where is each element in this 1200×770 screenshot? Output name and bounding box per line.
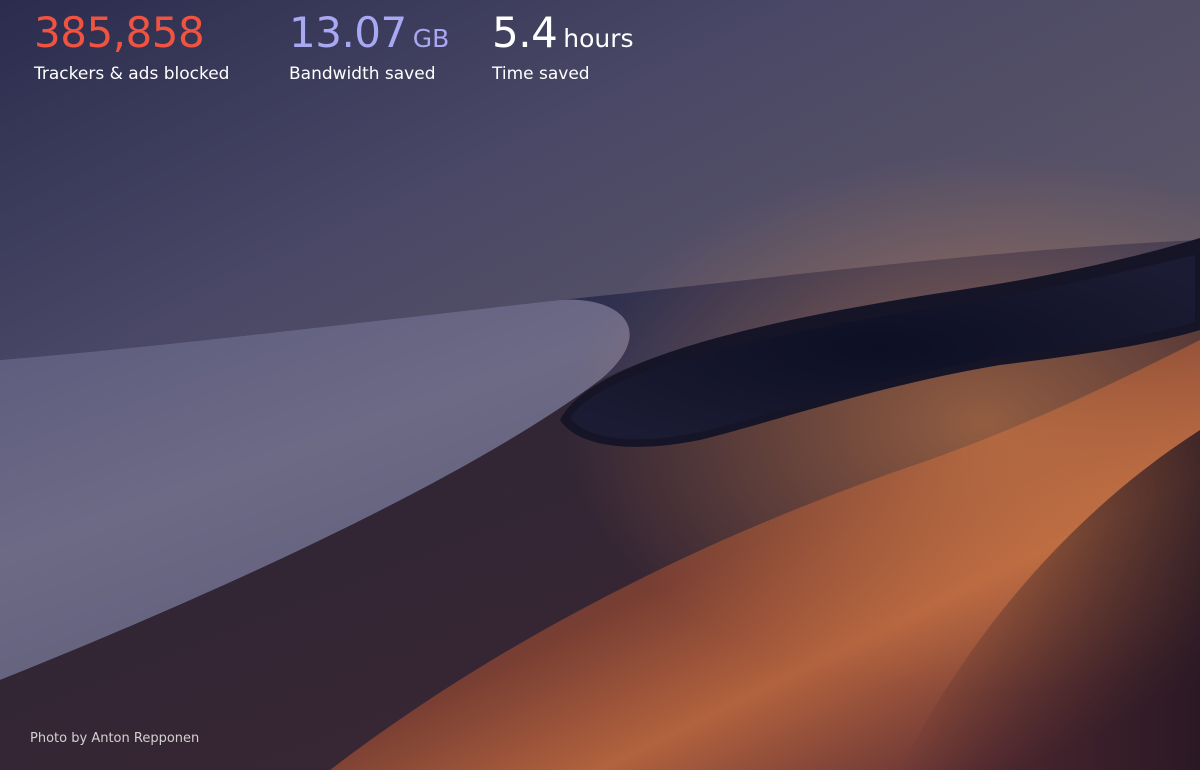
stats-bar: 385,858 Trackers & ads blocked 13.07 GB … xyxy=(34,8,712,84)
stat-value-row: 5.4 hours xyxy=(492,8,712,58)
time-label: Time saved xyxy=(492,64,590,84)
photo-credit[interactable]: Photo by Anton Repponen xyxy=(30,731,199,746)
bandwidth-amount: 13.07 xyxy=(289,8,407,57)
time-unit: hours xyxy=(563,24,634,53)
stat-trackers-blocked: 385,858 Trackers & ads blocked xyxy=(34,8,289,84)
stat-time-saved: 5.4 hours Time saved xyxy=(492,8,712,84)
new-tab-page: 385,858 Trackers & ads blocked 13.07 GB … xyxy=(0,0,1200,770)
stat-bandwidth-saved: 13.07 GB Bandwidth saved xyxy=(289,8,492,84)
background-photo xyxy=(0,0,1200,770)
trackers-label: Trackers & ads blocked xyxy=(34,64,230,84)
stat-value-row: 13.07 GB xyxy=(289,8,492,58)
trackers-count: 385,858 xyxy=(34,8,205,57)
stat-value-row: 385,858 xyxy=(34,8,289,58)
bandwidth-unit: GB xyxy=(412,24,450,53)
photo-credit-prefix: Photo by xyxy=(30,731,88,746)
time-amount: 5.4 xyxy=(492,8,558,57)
bandwidth-label: Bandwidth saved xyxy=(289,64,436,84)
photo-credit-author[interactable]: Anton Repponen xyxy=(91,731,199,746)
